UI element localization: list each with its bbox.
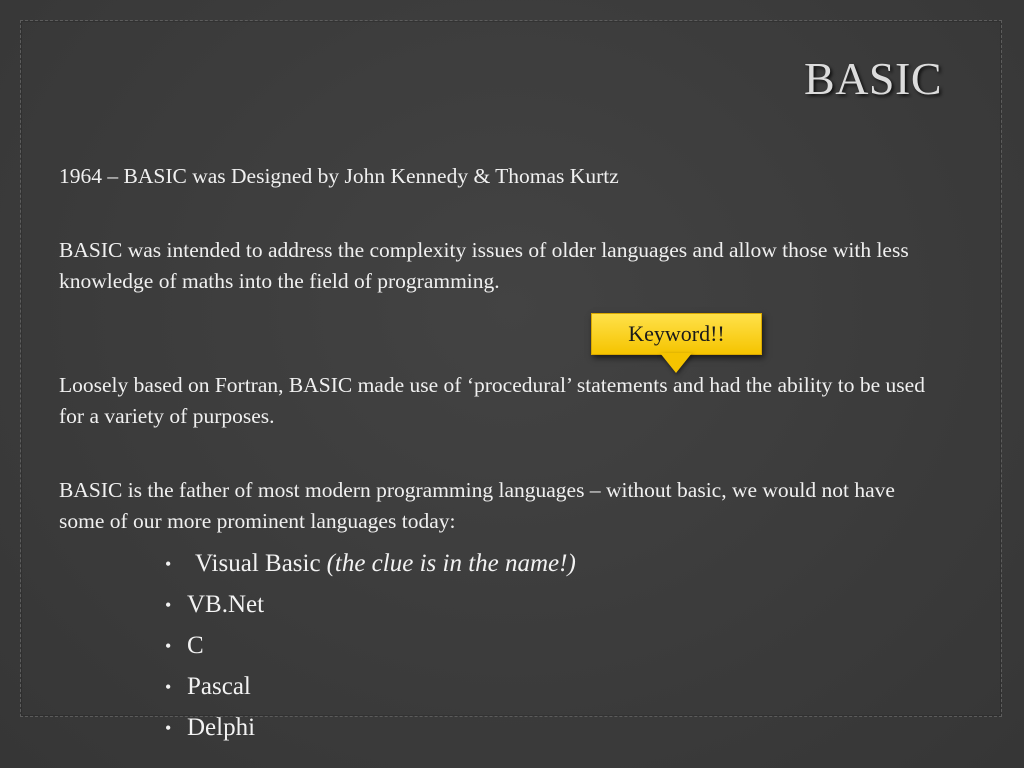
callout-box: Keyword!!	[591, 313, 762, 355]
bullet-icon: •	[165, 676, 172, 697]
paragraph-fortran: Loosely based on Fortran, BASIC made use…	[59, 373, 925, 428]
slide-title: BASIC	[804, 53, 942, 104]
list-item: • VB.Net	[165, 584, 576, 625]
list-item-label: Visual Basic	[195, 549, 321, 577]
callout-label: Keyword!!	[628, 321, 725, 346]
language-list: • Visual Basic (the clue is in the name!…	[165, 543, 576, 748]
list-item: • C	[165, 625, 576, 666]
bullet-icon: •	[165, 717, 172, 738]
slide: BASIC 1964 – BASIC was Designed by John …	[0, 0, 1024, 768]
list-item-label: VB.Net	[187, 590, 265, 618]
paragraph-legacy: BASIC is the father of most modern progr…	[59, 478, 895, 533]
callout-arrow-icon	[660, 353, 692, 373]
list-item-label: C	[187, 631, 204, 659]
paragraph-purpose: BASIC was intended to address the comple…	[59, 238, 909, 293]
bullet-icon: •	[165, 553, 172, 574]
list-item: • Pascal	[165, 666, 576, 707]
list-item-label: Delphi	[187, 713, 256, 741]
keyword-callout: Keyword!!	[591, 313, 762, 373]
list-item-label: Pascal	[187, 672, 251, 700]
list-item: • Visual Basic (the clue is in the name!…	[165, 543, 576, 584]
bullet-icon: •	[165, 635, 172, 656]
list-item: • Delphi	[165, 707, 576, 748]
list-item-note: (the clue is in the name!)	[326, 549, 576, 577]
paragraph-history: 1964 – BASIC was Designed by John Kenned…	[59, 164, 619, 188]
bullet-icon: •	[165, 594, 172, 615]
